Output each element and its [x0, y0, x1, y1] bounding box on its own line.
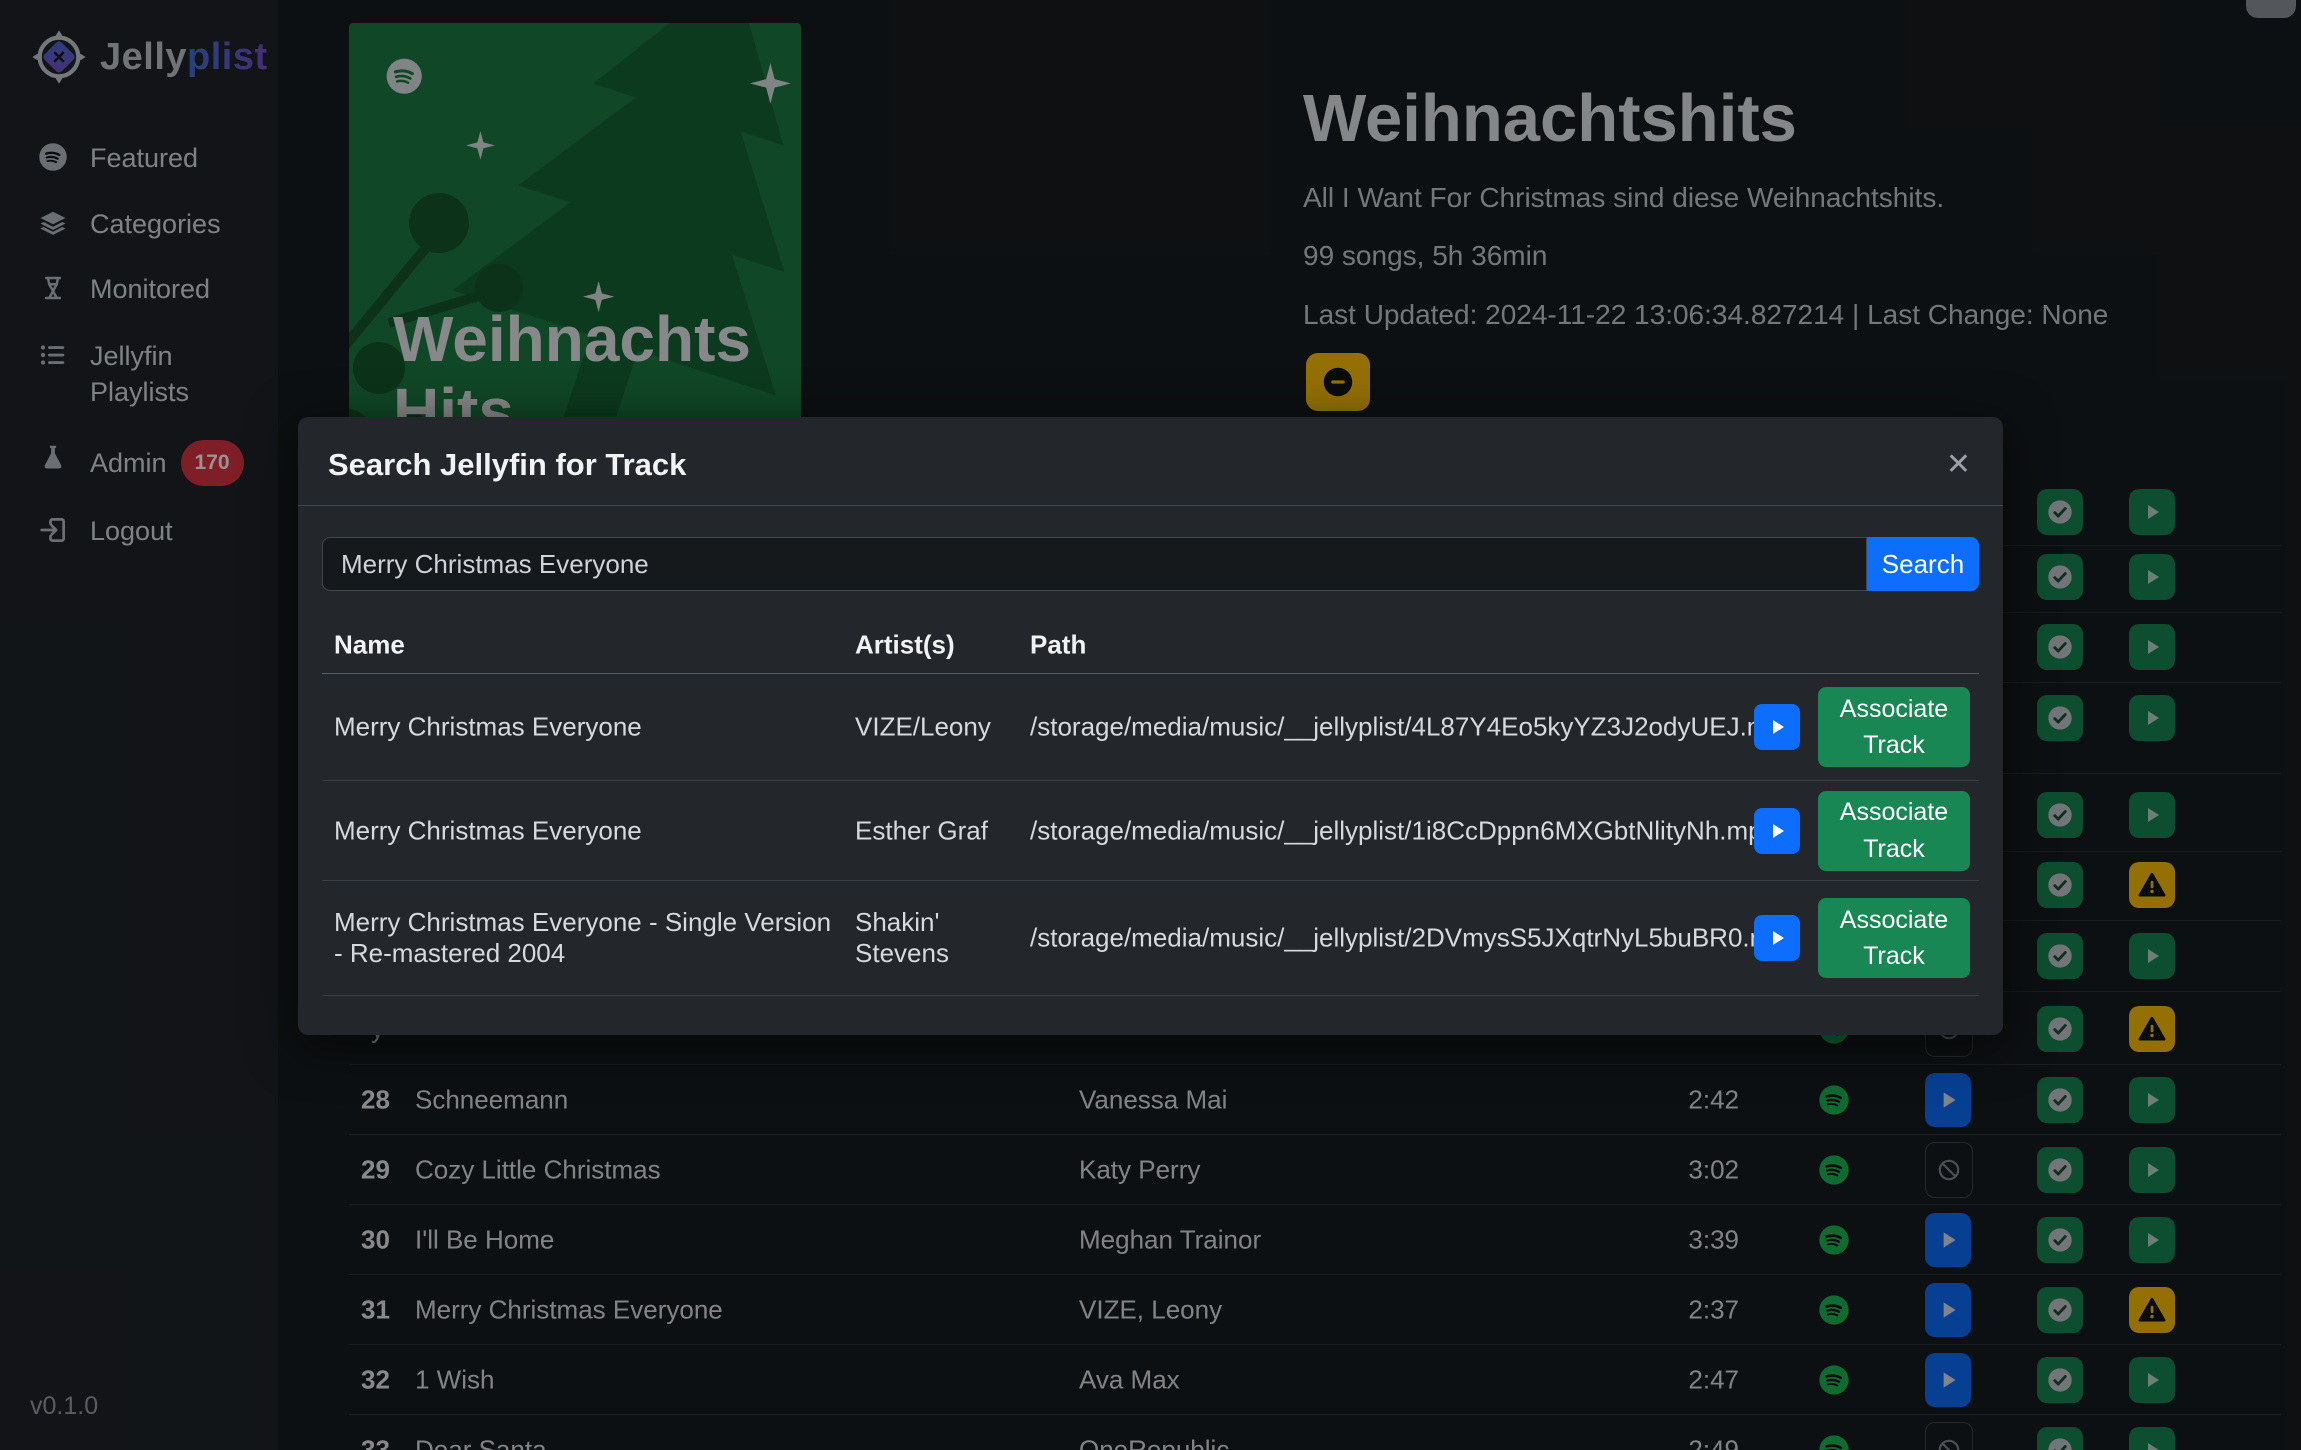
associate-track-button[interactable]: Associate Track: [1818, 687, 1970, 767]
associate-track-button[interactable]: Associate Track: [1818, 898, 1970, 978]
column-header-artist: Artist(s): [855, 630, 1010, 661]
result-artist: Shakin' Stevens: [855, 907, 1010, 969]
column-header-name: Name: [334, 630, 834, 661]
result-name: Merry Christmas Everyone - Single Versio…: [334, 907, 834, 969]
search-jellyfin-modal: Search Jellyfin for Track ✕ Search Name …: [298, 417, 2003, 1035]
modal-header: Search Jellyfin for Track ✕: [298, 417, 2003, 506]
result-path: /storage/media/music/__jellyplist/2DVmys…: [1030, 923, 1760, 954]
preview-play-button[interactable]: [1754, 808, 1800, 854]
preview-play-button[interactable]: [1754, 704, 1800, 750]
result-name: Merry Christmas Everyone: [334, 815, 834, 846]
search-result-row: Merry Christmas Everyone Esther Graf /st…: [322, 780, 1979, 880]
search-button[interactable]: Search: [1867, 537, 1979, 591]
search-results-table: Name Artist(s) Path Merry Christmas Ever…: [322, 617, 1979, 996]
result-path: /storage/media/music/__jellyplist/4L87Y4…: [1030, 712, 1760, 743]
search-result-row: Merry Christmas Everyone - Single Versio…: [322, 880, 1979, 995]
search-result-row: Merry Christmas Everyone VIZE/Leony /sto…: [322, 674, 1979, 780]
result-name: Merry Christmas Everyone: [334, 712, 834, 743]
result-artist: VIZE/Leony: [855, 712, 1010, 743]
track-search-input[interactable]: [322, 537, 1867, 591]
close-icon[interactable]: ✕: [1946, 447, 1971, 482]
preview-play-button[interactable]: [1754, 915, 1800, 961]
column-header-path: Path: [1030, 630, 1760, 661]
jellyplist-app: Jellyplist Featured Categories Monitored: [0, 0, 2301, 1450]
result-artist: Esther Graf: [855, 815, 1010, 846]
associate-track-button[interactable]: Associate Track: [1818, 791, 1970, 871]
modal-title: Search Jellyfin for Track: [328, 447, 686, 483]
result-path: /storage/media/music/__jellyplist/1i8CcD…: [1030, 815, 1760, 846]
